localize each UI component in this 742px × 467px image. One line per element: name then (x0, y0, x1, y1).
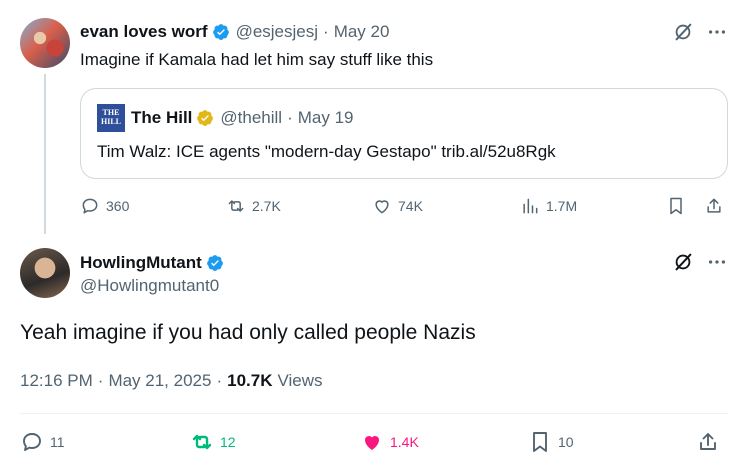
quote-avatar-text-bottom: HILL (100, 117, 121, 126)
bookmark-count: 10 (558, 434, 574, 450)
author-handle[interactable]: @Howlingmutant0 (80, 276, 219, 296)
separator: · (216, 371, 223, 390)
like-icon (365, 436, 379, 450)
like-count: 74K (398, 198, 423, 214)
thread-line (44, 74, 46, 234)
tweet-header: evan loves worf @esjesjesj · May 20 (80, 20, 389, 44)
quote-header: The Hill @thehill · May 19 (131, 107, 354, 129)
repost-count: 12 (220, 434, 236, 450)
tweet-date[interactable]: May 20 (334, 22, 390, 42)
bookmark-icon (533, 432, 547, 452)
share-icon (707, 198, 721, 213)
like-button[interactable]: 74K (372, 196, 423, 216)
more-icon[interactable] (706, 251, 728, 273)
bookmark-button[interactable]: 10 (528, 430, 574, 454)
reply-count: 11 (50, 434, 65, 450)
like-button[interactable]: 1.4K (360, 430, 419, 454)
share-button[interactable] (704, 196, 730, 216)
avatar[interactable] (20, 18, 70, 68)
grok-icon[interactable] (672, 251, 694, 273)
tweet-actions: 11 12 1.4K 10 (20, 430, 728, 458)
like-count: 1.4K (390, 434, 419, 450)
verified-icon[interactable] (212, 23, 230, 41)
separator: · (287, 108, 293, 127)
like-icon (375, 200, 389, 214)
grok-icon[interactable] (672, 21, 694, 43)
repost-button[interactable]: 12 (190, 430, 236, 454)
tweet-date[interactable]: May 21, 2025 (108, 371, 211, 391)
quote-date[interactable]: May 19 (298, 108, 354, 128)
views-count: 1.7M (546, 198, 578, 214)
separator: · (97, 371, 104, 390)
quote-author-name[interactable]: The Hill (131, 108, 192, 128)
tweet-time[interactable]: 12:16 PM (20, 371, 93, 391)
verified-icon[interactable] (206, 254, 224, 272)
reply-count: 360 (106, 198, 130, 214)
author-handle[interactable]: @esjesjesj (236, 22, 318, 42)
avatar[interactable] (20, 248, 70, 298)
views-count: 10.7K (227, 371, 273, 390)
reply-icon (23, 433, 41, 451)
tweet-actions: 360 2.7K 74K 1.7M (80, 196, 728, 220)
quote-avatar[interactable]: THE HILL (97, 104, 125, 132)
bookmark-icon (670, 197, 682, 215)
tweet-top-icons (672, 20, 728, 44)
reply-button[interactable]: 11 (20, 430, 65, 454)
separator: · (323, 22, 329, 41)
more-icon[interactable] (706, 21, 728, 43)
quote-author-handle[interactable]: @thehill (220, 108, 282, 128)
share-button[interactable] (696, 430, 726, 454)
tweet-text: Yeah imagine if you had only called peop… (20, 321, 476, 344)
repost-button[interactable]: 2.7K (226, 196, 281, 216)
divider (20, 413, 728, 414)
repost-icon (228, 200, 244, 212)
bookmark-button[interactable] (666, 196, 692, 216)
views-icon (523, 198, 538, 214)
tweet-meta: 12:16 PM · May 21, 2025 · 10.7K Views (20, 371, 323, 391)
tweet-header: HowlingMutant (80, 251, 224, 275)
views-label: Views (277, 371, 323, 390)
author-name[interactable]: HowlingMutant (80, 253, 202, 273)
quote-text: Tim Walz: ICE agents "modern-day Gestapo… (97, 142, 556, 161)
quote-avatar-text-top: THE (102, 108, 120, 117)
repost-icon (192, 434, 212, 450)
tweet-text: Imagine if Kamala had let him say stuff … (80, 50, 434, 69)
repost-count: 2.7K (252, 198, 281, 214)
tweet-top-icons (672, 250, 728, 274)
reply-icon (82, 198, 98, 214)
verified-icon[interactable] (196, 109, 214, 127)
quoted-tweet[interactable]: THE HILL The Hill @thehill · May 19 Tim … (80, 88, 728, 179)
reply-button[interactable]: 360 (80, 196, 129, 216)
share-icon (700, 433, 716, 450)
author-name[interactable]: evan loves worf (80, 22, 208, 42)
views-button[interactable]: 1.7M (520, 196, 577, 216)
